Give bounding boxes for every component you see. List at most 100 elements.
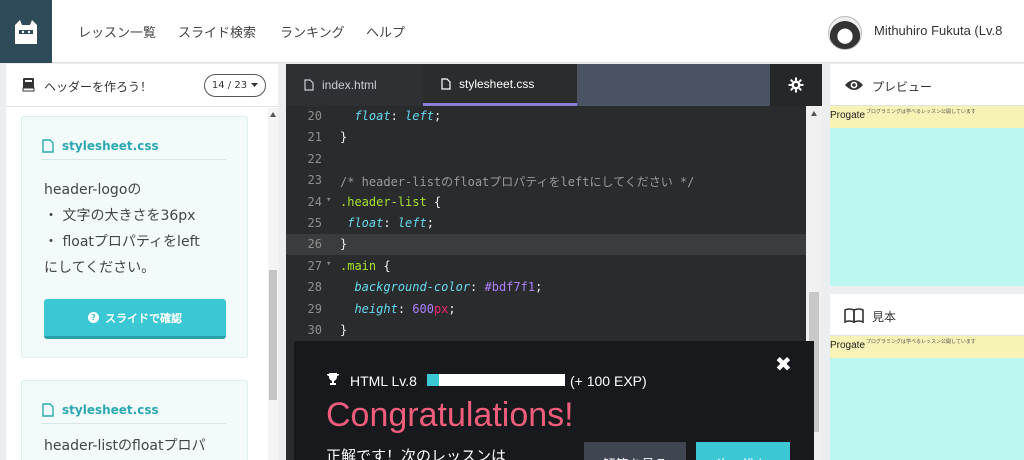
editor-tabs: index.html stylesheet.css <box>286 64 822 106</box>
book-icon <box>22 78 35 92</box>
sample-panel: 見本 Progate プログラミングは学べるレッスン公開しています <box>830 294 1024 460</box>
lesson-panel: ヘッダーを作ろう！ 14 / 23 stylesheet.css header-… <box>6 64 278 460</box>
modal-title: Congratulations! <box>326 396 574 434</box>
file-icon <box>42 139 54 153</box>
code-line[interactable]: 24 ▾ .header-list { <box>286 192 806 213</box>
fold-arrow-icon[interactable]: ▾ <box>326 259 331 269</box>
file-icon <box>42 403 54 417</box>
card-file-label: stylesheet.css <box>42 139 159 153</box>
slide-progress-text: 14 / 23 <box>211 80 248 91</box>
code-line[interactable]: 25 float: left; <box>286 213 806 234</box>
sample-site-header: Progate プログラミングは学べるレッスン公開しています <box>830 336 1024 358</box>
code-line[interactable]: 26} <box>286 234 806 256</box>
preview-site-header: Progate プログラミングは学べるレッスン公開しています <box>830 106 1024 128</box>
scroll-thumb[interactable] <box>269 270 277 400</box>
code-line[interactable]: 30} <box>286 320 806 341</box>
code-text: } <box>340 323 348 337</box>
view-answer-button[interactable]: 解答を見る <box>584 442 686 460</box>
lesson-content[interactable]: stylesheet.css header-logoの ・ 文字の大きさを36p… <box>6 108 268 460</box>
editor-settings-button[interactable] <box>770 64 822 106</box>
preview-site-logo: Progate <box>830 110 866 121</box>
code-line[interactable]: 21} <box>286 127 806 148</box>
card-file-label: stylesheet.css <box>42 403 159 417</box>
scroll-up-icon[interactable] <box>811 111 817 116</box>
preview-render[interactable]: Progate プログラミングは学べるレッスン公開しています <box>830 106 1024 286</box>
sample-render[interactable]: Progate プログラミングは学べるレッスン公開しています <box>830 336 1024 460</box>
close-icon[interactable]: ✖ <box>775 354 792 374</box>
code-text: .header-list { <box>340 194 442 209</box>
line-number: 20 <box>307 109 322 123</box>
instruction-line: header-logoの <box>44 182 142 198</box>
code-line[interactable]: 27 ▾ .main { <box>286 256 806 277</box>
avatar[interactable] <box>828 16 862 50</box>
trophy-icon <box>327 373 339 385</box>
xp-gain: (+ 100 EXP) <box>570 373 647 389</box>
lesson-scrollbar[interactable] <box>268 108 278 460</box>
nav-slide-search[interactable]: スライド検索 <box>178 22 256 41</box>
line-number: 27 <box>307 258 322 273</box>
preview-header: プレビュー <box>830 64 1024 106</box>
nav-lessons[interactable]: レッスン一覧 <box>78 22 156 41</box>
tab-stylesheet-css[interactable]: stylesheet.css <box>423 64 577 106</box>
open-book-icon <box>844 308 864 323</box>
file-icon <box>441 77 451 90</box>
code-area[interactable]: 20 float: left; 21} 22 23/* header-listのflo… <box>286 106 806 346</box>
code-text: } <box>340 237 348 252</box>
code-line[interactable]: 20 float: left; <box>286 106 806 127</box>
modal-message: 正解です！次のレッスンは <box>326 447 507 460</box>
code-text: } <box>340 130 348 145</box>
line-number: 25 <box>307 216 322 230</box>
tab-label: stylesheet.css <box>459 76 535 91</box>
eye-icon <box>845 80 863 90</box>
code-text: /* header-listのfloatプロパティをleftにしてください */ <box>340 175 695 190</box>
view-slide-label: スライドで確認 <box>105 311 182 325</box>
sample-header: 見本 <box>830 294 1024 336</box>
code-text: float: left; <box>347 216 434 230</box>
gear-icon <box>788 77 804 93</box>
sample-title: 見本 <box>872 310 897 324</box>
xp-progress-fill <box>427 374 440 386</box>
card-file-name: stylesheet.css <box>62 403 159 417</box>
progate-logo[interactable] <box>0 0 52 63</box>
nav-help[interactable]: ヘルプ <box>366 22 405 41</box>
line-number: 21 <box>307 130 322 145</box>
instruction-card: stylesheet.css header-logoの ・ 文字の大きさを36p… <box>21 116 248 358</box>
username[interactable]: Mithuhiro Fukuta (Lv.8 <box>874 23 1002 38</box>
instruction-card: stylesheet.css header-listのfloatプロパ <box>21 380 248 460</box>
card-instructions: header-logoの ・ 文字の大きさを36px ・ floatプロパティを… <box>44 177 200 281</box>
code-line[interactable]: 28 background-color: #bdf7f1; <box>286 277 806 298</box>
scroll-up-icon[interactable] <box>270 112 276 117</box>
card-file-name: stylesheet.css <box>62 139 159 153</box>
top-nav: レッスン一覧 スライド検索 ランキング ヘルプ Mithuhiro Fukuta… <box>0 0 1024 63</box>
tab-index-html[interactable]: index.html <box>286 64 423 106</box>
slide-progress-dropdown[interactable]: 14 / 23 <box>204 74 266 97</box>
line-number: 22 <box>307 151 322 166</box>
tab-label: index.html <box>322 78 377 92</box>
code-text: background-color: #bdf7f1; <box>354 280 543 295</box>
instruction-line: header-listのfloatプロパ <box>44 438 206 454</box>
ninja-cat-icon <box>15 19 37 44</box>
card-instructions: header-listのfloatプロパ <box>44 433 206 459</box>
code-line[interactable]: 23 /* header-listのfloatプロパティをleftにしてください … <box>286 170 806 191</box>
code-line[interactable]: 22 <box>286 149 806 170</box>
line-number: 30 <box>307 323 322 337</box>
code-line[interactable]: 29 height: 600px; <box>286 299 806 320</box>
xp-progress-bar <box>427 374 565 386</box>
preview-title: プレビュー <box>872 80 933 94</box>
lesson-title: ヘッダーを作ろう！ <box>44 80 153 94</box>
nav-ranking[interactable]: ランキング <box>280 22 345 41</box>
sample-site-list: プログラミングは学べるレッスン公開しています <box>866 339 976 345</box>
instruction-line: ・ floatプロパティをleft <box>44 234 200 250</box>
line-number: 24 <box>307 194 322 209</box>
instruction-line: ・ 文字の大きさを36px <box>44 208 196 224</box>
line-number: 26 <box>307 237 322 252</box>
fold-arrow-icon[interactable]: ▾ <box>326 195 331 205</box>
code-text: height: 600px; <box>354 301 456 316</box>
code-text: .main { <box>340 258 391 273</box>
line-number: 28 <box>307 280 322 295</box>
view-slide-button[interactable]: ? スライドで確認 <box>44 299 226 339</box>
file-icon <box>304 79 314 91</box>
next-lesson-button[interactable]: 次へ進む <box>696 442 790 460</box>
code-text: float: left; <box>354 109 442 123</box>
preview-panel: プレビュー Progate プログラミングは学べるレッスン公開しています <box>830 64 1024 286</box>
